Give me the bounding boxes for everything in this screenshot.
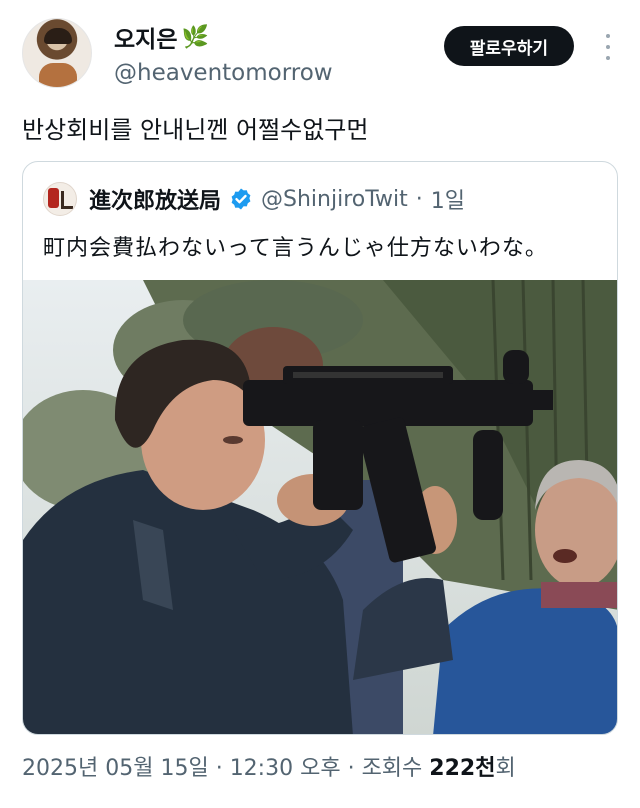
verified-badge-icon [231, 188, 251, 210]
author-handle[interactable]: @heaventomorrow [114, 60, 333, 86]
quoted-photo[interactable] [23, 280, 617, 734]
more-vertical-icon[interactable] [604, 34, 612, 60]
author-name-row[interactable]: 오지은 🌿 [114, 20, 209, 54]
views-suffix: 회 [495, 756, 516, 781]
author-name[interactable]: 오지은 [114, 20, 177, 54]
avatar-logo-mark [48, 188, 59, 208]
author-avatar[interactable] [22, 18, 92, 88]
views-label: 조회수 [361, 756, 423, 781]
leaf-emoji-icon: 🌿 [181, 24, 209, 50]
quoted-timestamp[interactable]: 1일 [431, 183, 465, 215]
follow-button[interactable]: 팔로우하기 [443, 26, 574, 66]
meta-dot: · [215, 756, 223, 781]
quoted-author-avatar[interactable] [43, 182, 77, 216]
avatar-body [39, 63, 77, 87]
tweet-header: 오지은 🌿 @heaventomorrow 팔로우하기 [22, 16, 622, 92]
avatar-hair [44, 28, 72, 44]
photo-illustration [23, 280, 617, 734]
quoted-author-name[interactable]: 進次郎放送局 [89, 183, 221, 215]
quoted-tweet[interactable]: 進次郎放送局 @ShinjiroTwit · 1일 町内会費払わないって言うんじ… [22, 161, 618, 735]
tweet-time[interactable]: 12:30 오후 [230, 756, 341, 781]
quoted-tweet-header: 進次郎放送局 @ShinjiroTwit · 1일 [43, 182, 465, 216]
tweet-text: 반상회비를 안내닌껜 어쩔수없구먼 [22, 116, 369, 144]
quoted-author-handle[interactable]: @ShinjiroTwit [261, 187, 408, 212]
avatar-logo-ink [61, 191, 73, 209]
separator-dot: · [415, 186, 423, 212]
views-count[interactable]: 222천 [429, 756, 495, 781]
tweet-meta: 2025년 05월 15일 · 12:30 오후 · 조회수 222천회 [22, 750, 516, 782]
quoted-tweet-text: 町内会費払わないって言うんじゃ仕方ないわな。 [43, 236, 548, 261]
meta-dot-2: · [347, 756, 355, 781]
tweet-date[interactable]: 2025년 05월 15일 [22, 756, 209, 781]
